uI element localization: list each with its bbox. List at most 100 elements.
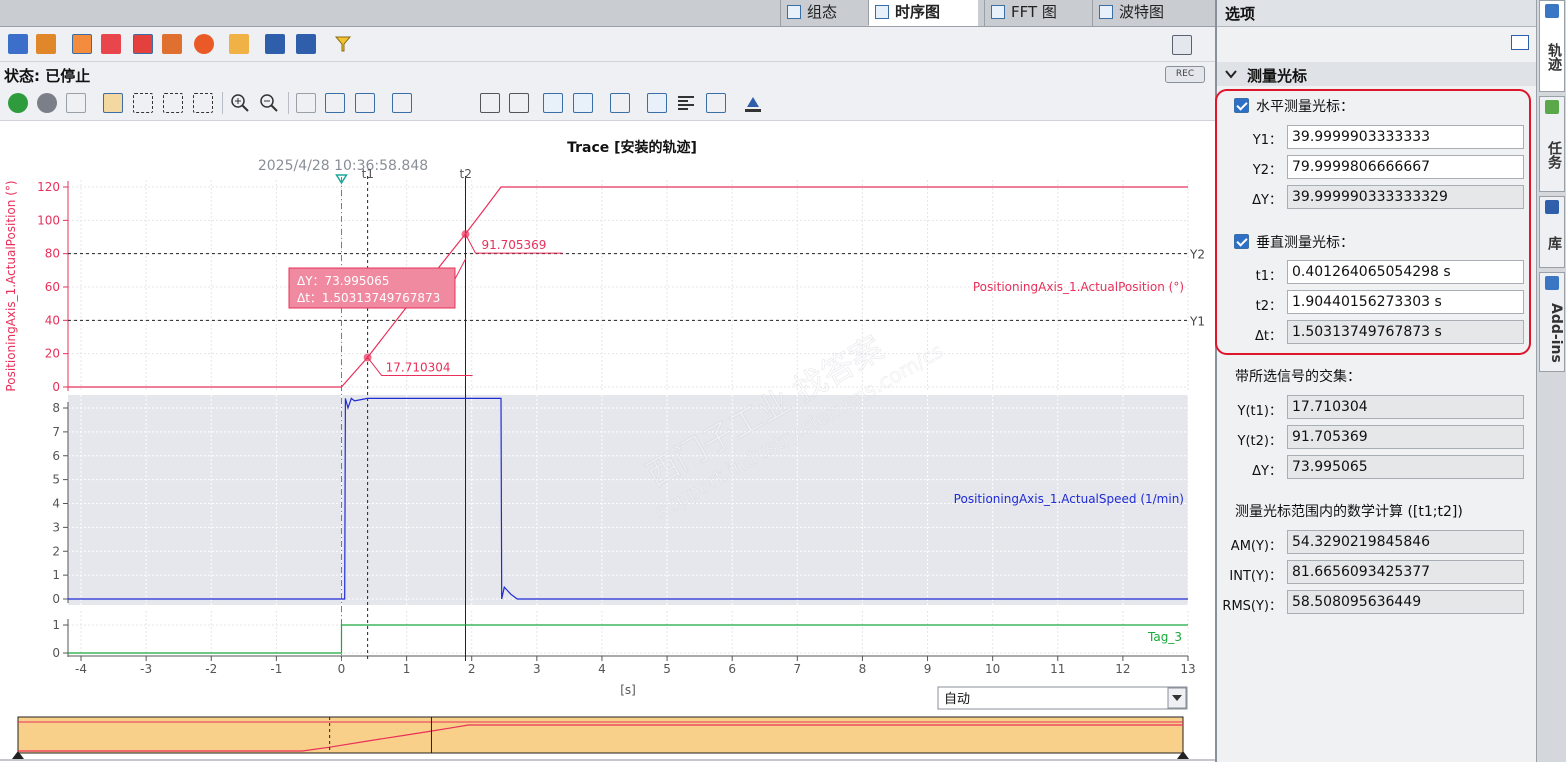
y-tick-label: 4 bbox=[52, 497, 60, 511]
zoom-out-icon[interactable] bbox=[259, 93, 279, 113]
side-tab-label: 轨迹 bbox=[1546, 43, 1562, 71]
tasks-icon bbox=[1545, 100, 1559, 114]
intersect-delta-y-value: 73.995065 bbox=[1292, 459, 1368, 475]
delta-y-label: ΔY： bbox=[1252, 193, 1282, 208]
panel-layout-icon[interactable] bbox=[1511, 35, 1529, 50]
side-tab-strip: 轨迹 任务 库 Add-ins bbox=[1536, 0, 1566, 762]
y1-value: 39.9999903333333 bbox=[1292, 129, 1431, 145]
record-off-icon[interactable] bbox=[101, 34, 121, 54]
delta-y-value: 39.999990333333329 bbox=[1292, 189, 1448, 205]
side-tab-library[interactable]: 库 bbox=[1539, 196, 1565, 268]
y-tick-label: 20 bbox=[45, 347, 60, 361]
align-right-icon[interactable] bbox=[706, 93, 726, 113]
x-tick-label: 12 bbox=[1115, 662, 1130, 676]
intersect-delta-y-label: ΔY： bbox=[1252, 464, 1282, 479]
zoom-in-icon[interactable] bbox=[230, 93, 250, 113]
view-tab-bar: 组态 时序图 FFT 图 波特图 bbox=[0, 0, 1215, 27]
side-tab-addins[interactable]: Add-ins bbox=[1539, 272, 1565, 372]
activate-recording-icon[interactable] bbox=[133, 34, 153, 54]
side-tab-label: 任务 bbox=[1546, 141, 1562, 169]
x-tick-label: 3 bbox=[533, 662, 541, 676]
y-t1-field: 17.710304 bbox=[1287, 395, 1524, 419]
upload-trace-icon[interactable] bbox=[36, 34, 56, 54]
stacked-view-icon[interactable] bbox=[392, 93, 412, 113]
tab-timing-diagram[interactable]: 时序图 bbox=[868, 0, 978, 26]
zoom-rect-icon[interactable] bbox=[133, 93, 153, 113]
x-tick-label: 7 bbox=[793, 662, 801, 676]
y-t2-value: 91.705369 bbox=[1292, 429, 1368, 445]
y2-input[interactable]: 79.9999806666667 bbox=[1287, 155, 1524, 179]
vertical-cursor-label: 垂直测量光标： bbox=[1256, 235, 1354, 251]
x-tick-label: 4 bbox=[598, 662, 606, 676]
y-tick-label: 0 bbox=[52, 380, 60, 394]
record-on-icon[interactable] bbox=[72, 34, 92, 54]
t1-input[interactable]: 0.401264065054298 s bbox=[1287, 260, 1524, 284]
options-title: 选项 bbox=[1225, 5, 1256, 23]
color-icon[interactable] bbox=[743, 93, 763, 113]
tag-series-label: Tag_3 bbox=[1147, 630, 1182, 644]
t1-value: 0.401264065054298 s bbox=[1292, 264, 1451, 280]
x-tick-label: 0 bbox=[338, 662, 346, 676]
options-header: 选项 bbox=[1217, 0, 1536, 27]
line-icon[interactable] bbox=[509, 93, 529, 113]
t2-label: t2： bbox=[1255, 299, 1282, 314]
select-icon[interactable] bbox=[66, 93, 86, 113]
y2-value: 79.9999806666667 bbox=[1292, 159, 1431, 175]
side-tab-tasks[interactable]: 任务 bbox=[1539, 96, 1565, 192]
rms-value: 58.508095636449 bbox=[1292, 594, 1422, 610]
bode-chart-icon bbox=[1099, 5, 1113, 19]
y-100-icon[interactable] bbox=[325, 93, 345, 113]
y-tick-label: 5 bbox=[52, 473, 60, 487]
y-tick-label: 3 bbox=[52, 520, 60, 534]
zoom-x-icon[interactable] bbox=[163, 93, 183, 113]
x-tick-label: 13 bbox=[1180, 662, 1195, 676]
layout-toggle-icon[interactable] bbox=[1172, 35, 1192, 55]
zoom-100-icon[interactable] bbox=[296, 93, 316, 113]
position-series-label: PositioningAxis_1.ActualPosition (°) bbox=[973, 280, 1184, 294]
zoom-mode-select[interactable] bbox=[937, 686, 1188, 710]
vertical-cursor-icon[interactable] bbox=[543, 93, 563, 113]
x-tick-label: 2 bbox=[468, 662, 476, 676]
horizontal-cursor-checkbox[interactable] bbox=[1234, 98, 1249, 113]
side-tab-label: Add-ins bbox=[1548, 303, 1564, 363]
y-t1-label: Y(t1)： bbox=[1237, 404, 1282, 419]
x-tick-label: 5 bbox=[663, 662, 671, 676]
x-100-icon[interactable] bbox=[355, 93, 375, 113]
toolbar-separator bbox=[222, 92, 223, 114]
trigger-timestamp: 2025/4/28 10:36:58.848 bbox=[258, 158, 428, 174]
zoom-y-icon[interactable] bbox=[193, 93, 213, 113]
delta-y-field: 39.999990333333329 bbox=[1287, 185, 1524, 209]
back-icon[interactable] bbox=[8, 93, 28, 113]
snapshot-icon[interactable] bbox=[610, 93, 630, 113]
t2-input[interactable]: 1.90440156273303 s bbox=[1287, 290, 1524, 314]
legend-icon[interactable] bbox=[647, 93, 667, 113]
step-icon[interactable] bbox=[480, 93, 500, 113]
deactivate-recording-icon[interactable] bbox=[162, 34, 182, 54]
forward-icon[interactable] bbox=[37, 93, 57, 113]
y-tick-label: 0 bbox=[52, 592, 60, 606]
rec-indicator: REC bbox=[1165, 66, 1205, 83]
side-tab-trace[interactable]: 轨迹 bbox=[1539, 0, 1565, 92]
y1-input[interactable]: 39.9999903333333 bbox=[1287, 125, 1524, 149]
y-tick-label: 40 bbox=[45, 313, 60, 327]
auto-scale-icon[interactable] bbox=[425, 93, 445, 113]
horizontal-cursor-icon[interactable] bbox=[573, 93, 593, 113]
refresh-icon[interactable] bbox=[194, 34, 214, 54]
tab-configuration[interactable]: 组态 bbox=[780, 0, 868, 26]
align-left-icon[interactable] bbox=[676, 93, 696, 113]
position-axis-label: PositioningAxis_1.ActualPosition (°) bbox=[4, 180, 18, 391]
speed-series-label: PositioningAxis_1.ActualSpeed (1/min) bbox=[954, 492, 1184, 506]
pan-hand-icon[interactable] bbox=[103, 93, 123, 113]
filter-icon[interactable] bbox=[333, 34, 353, 54]
measurement-cursor-section[interactable]: 测量光标 bbox=[1217, 62, 1536, 86]
tab-fft[interactable]: FFT 图 bbox=[984, 0, 1090, 26]
import-icon[interactable] bbox=[296, 34, 316, 54]
download-trace-icon[interactable] bbox=[8, 34, 28, 54]
trace-chart[interactable]: Trace [安装的轨迹] 2025/4/28 10:36:58.848 020… bbox=[0, 121, 1215, 762]
add-measurement-icon[interactable] bbox=[229, 34, 249, 54]
y-tick-label: 6 bbox=[52, 449, 60, 463]
tab-bode[interactable]: 波特图 bbox=[1092, 0, 1192, 26]
export-icon[interactable] bbox=[265, 34, 285, 54]
int-field: 81.6656093425377 bbox=[1287, 560, 1524, 584]
vertical-cursor-checkbox[interactable] bbox=[1234, 234, 1249, 249]
